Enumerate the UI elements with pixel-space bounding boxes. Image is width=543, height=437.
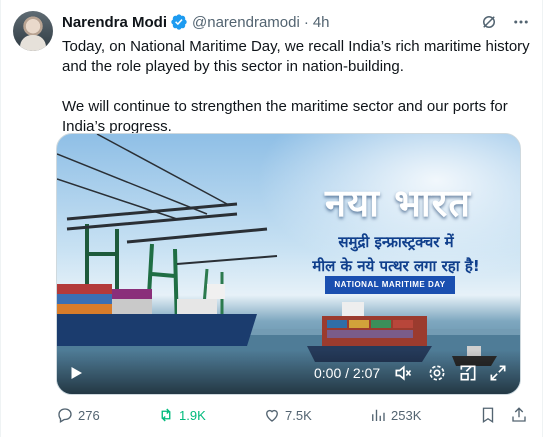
share-icon[interactable] <box>510 406 528 424</box>
tweet-header: Narendra Modi @narendramodi · 4h <box>62 12 530 32</box>
settings-icon[interactable] <box>427 363 447 383</box>
video-controls: 0:00 / 2:07 <box>57 350 520 394</box>
play-icon[interactable] <box>67 364 85 382</box>
separator-dot: · <box>303 13 309 31</box>
more-icon[interactable] <box>512 13 530 31</box>
like-button[interactable]: 7.5K <box>263 406 369 424</box>
author-name[interactable]: Narendra Modi <box>62 14 167 31</box>
reply-button[interactable]: 276 <box>56 406 157 424</box>
like-count: 7.5K <box>285 407 312 423</box>
popout-icon[interactable] <box>458 363 478 383</box>
tweet-paragraph-1: Today, on National Maritime Day, we reca… <box>62 38 530 75</box>
bookmark-icon[interactable] <box>479 406 497 424</box>
video-time: 0:00 / 2:07 <box>314 365 381 381</box>
media-subtitle: समुद्री इन्फ्रास्ट्रक्चर में मील के नये … <box>271 230 520 278</box>
video-player[interactable]: नया भारत समुद्री इन्फ्रास्ट्रक्चर में मी… <box>56 133 521 395</box>
grok-icon[interactable] <box>480 13 498 31</box>
repost-button[interactable]: 1.9K <box>157 406 263 424</box>
fullscreen-icon[interactable] <box>488 363 508 383</box>
volume-icon[interactable] <box>393 363 413 383</box>
maritime-day-badge: NATIONAL MARITIME DAY <box>325 276 455 294</box>
timestamp[interactable]: 4h <box>313 14 330 31</box>
media-title: नया भारत <box>325 181 471 225</box>
action-bar: 276 1.9K 7.5K 253K <box>56 404 528 426</box>
author-handle[interactable]: @narendramodi <box>192 14 300 31</box>
avatar[interactable] <box>13 11 53 51</box>
verified-badge-icon <box>171 14 187 30</box>
media-subtitle-line-1: समुद्री इन्फ्रास्ट्रक्चर में <box>338 233 454 251</box>
reply-count: 276 <box>78 407 100 423</box>
views-button[interactable]: 253K <box>369 406 479 424</box>
view-count: 253K <box>391 407 422 423</box>
tweet-paragraph-2: We will continue to strengthen the marit… <box>62 98 508 135</box>
heart-icon <box>266 409 278 422</box>
views-icon <box>372 409 385 421</box>
repost-icon <box>161 408 171 422</box>
repost-count: 1.9K <box>179 407 206 423</box>
tweet-card[interactable]: Narendra Modi @narendramodi · 4h Today, … <box>0 0 543 437</box>
media-subtitle-line-2: मील के नये पत्थर लगा रहा है! <box>312 257 480 275</box>
reply-icon <box>58 408 72 423</box>
tweet-text: Today, on National Maritime Day, we reca… <box>62 37 532 137</box>
